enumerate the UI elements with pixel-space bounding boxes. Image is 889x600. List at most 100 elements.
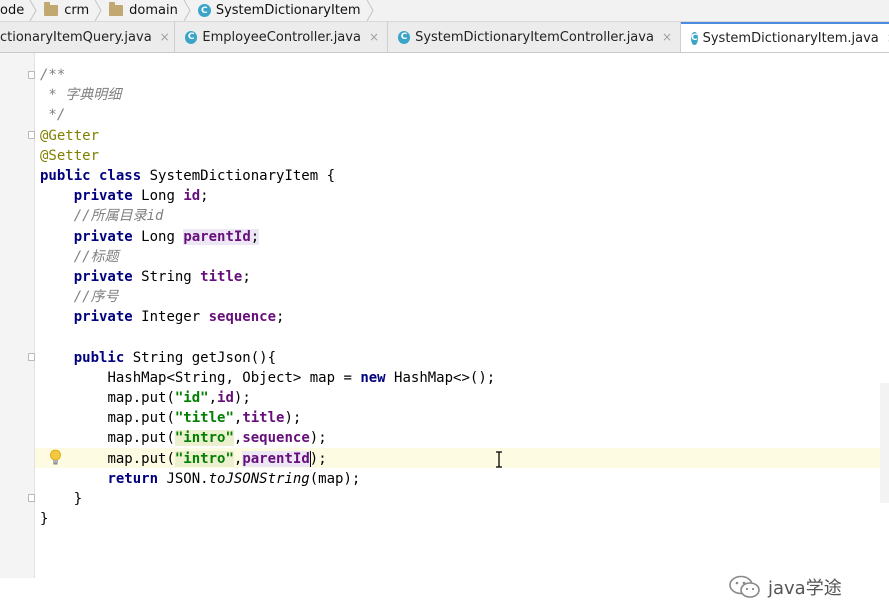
keyword: private: [73, 268, 133, 285]
class-icon: C: [398, 30, 411, 44]
tab-system-dictionary-item-controller[interactable]: C SystemDictionaryItemController.java ×: [388, 22, 681, 52]
code-line: * 字典明细: [40, 85, 495, 105]
punctuation: ;: [250, 228, 260, 245]
punctuation: ,: [208, 390, 218, 406]
punctuation: ;: [200, 188, 209, 205]
code-text: (map);: [309, 470, 361, 487]
punctuation: );: [284, 410, 302, 427]
code-line: @Setter: [40, 146, 495, 166]
tab-employee-controller[interactable]: C EmployeeController.java ×: [175, 22, 388, 52]
breadcrumb-item-class[interactable]: C SystemDictionaryItem: [197, 0, 381, 21]
fold-marker[interactable]: [28, 71, 35, 79]
tab-label: SystemDictionaryItem.java: [702, 30, 879, 46]
code-text: HashMap<String, Object> map =: [107, 369, 361, 386]
breadcrumb-item-ode[interactable]: ode: [0, 0, 44, 21]
chevron-right-icon: [183, 0, 191, 21]
keyword: private: [73, 228, 133, 245]
code-line: //所属目录id: [40, 206, 495, 226]
field-name: sequence: [242, 430, 310, 447]
breadcrumb: ode crm domain C SystemDictionaryItem: [0, 0, 889, 22]
tab-label: EmployeeController.java: [202, 29, 361, 45]
code-line: private Long parentId;: [40, 227, 495, 247]
punctuation: );: [233, 390, 251, 406]
code-text: map.put(: [107, 450, 175, 467]
annotation: @Setter: [40, 147, 100, 164]
code-text: map.put(: [107, 390, 175, 406]
code-content[interactable]: /** * 字典明细 */ @Getter @Setter public cla…: [40, 65, 495, 529]
keyword: new: [360, 369, 386, 386]
field-name: parentId: [183, 228, 251, 245]
code-line: map.put("id",id);: [40, 388, 495, 408]
code-line: private Long id;: [40, 186, 495, 206]
field-name: parentId: [242, 450, 310, 467]
field-name: sequence: [208, 309, 277, 326]
folder-icon: [44, 2, 59, 16]
comment: //序号: [73, 289, 119, 306]
string-literal: "intro": [174, 450, 234, 467]
tab-label: ctionaryItemQuery.java: [0, 29, 152, 45]
code-line: //标题: [40, 247, 495, 267]
fold-marker[interactable]: [28, 494, 35, 502]
tab-label: SystemDictionaryItemController.java: [415, 29, 654, 45]
code-line: public String getJson(){: [40, 348, 495, 368]
scrollbar-track[interactable]: [880, 383, 889, 503]
method-declaration: String getJson(){: [124, 349, 277, 366]
tab-dictionary-item-query[interactable]: ctionaryItemQuery.java ×: [0, 22, 175, 52]
annotation: @Getter: [40, 127, 100, 144]
code-text: map.put(: [107, 410, 175, 427]
field-name: title: [200, 268, 243, 285]
close-icon[interactable]: ×: [662, 30, 672, 44]
comment: */: [40, 107, 66, 124]
code-line: map.put("intro",parentId);: [40, 449, 495, 469]
comment: //标题: [73, 248, 119, 265]
code-line: return JSON.toJSONString(map);: [40, 469, 495, 489]
breadcrumb-item-crm[interactable]: crm: [44, 0, 109, 21]
punctuation: );: [309, 430, 327, 447]
close-icon[interactable]: ×: [160, 30, 170, 44]
chevron-right-icon: [29, 0, 37, 21]
code-editor[interactable]: /** * 字典明细 */ @Getter @Setter public cla…: [0, 53, 889, 599]
chevron-right-icon: [366, 0, 374, 21]
punctuation: );: [309, 450, 327, 467]
keyword: return: [107, 470, 159, 487]
folder-icon: [109, 2, 124, 16]
keyword: public class: [40, 167, 142, 184]
keyword: public: [73, 349, 125, 366]
tab-system-dictionary-item[interactable]: C SystemDictionaryItem.java ×: [681, 22, 889, 52]
field-name: title: [242, 410, 285, 427]
punctuation: ;: [242, 268, 251, 285]
class-declaration: SystemDictionaryItem {: [141, 167, 336, 184]
code-line: @Getter: [40, 126, 495, 146]
keyword: private: [73, 309, 133, 326]
breadcrumb-label: ode: [0, 3, 25, 18]
code-text: HashMap<>();: [385, 369, 496, 386]
method-call: toJSONString: [208, 470, 310, 487]
fold-marker[interactable]: [28, 131, 35, 139]
close-icon[interactable]: ×: [369, 30, 379, 44]
string-literal: "id": [174, 390, 209, 406]
text-cursor-ibeam-icon: [496, 451, 502, 468]
code-text: JSON.: [158, 470, 209, 487]
breadcrumb-item-domain[interactable]: domain: [109, 0, 198, 21]
chevron-right-icon: [94, 0, 102, 21]
code-line: }: [40, 489, 495, 509]
type-name: String: [132, 268, 201, 285]
code-line: map.put("intro",sequence);: [40, 428, 495, 448]
punctuation: ;: [276, 309, 285, 326]
field-name: id: [183, 188, 201, 205]
breadcrumb-label: domain: [129, 3, 178, 18]
code-line: }: [40, 509, 495, 529]
code-line: //序号: [40, 287, 495, 307]
keyword: private: [73, 188, 133, 205]
code-line: private String title;: [40, 267, 495, 287]
editor-gutter: [0, 53, 35, 578]
breadcrumb-label: SystemDictionaryItem: [215, 3, 361, 18]
type-name: Long: [132, 188, 184, 205]
code-line: */: [40, 105, 495, 125]
fold-marker[interactable]: [28, 353, 35, 361]
type-name: Integer: [132, 309, 209, 326]
comment: * 字典明细: [40, 87, 122, 104]
class-icon: C: [691, 31, 698, 45]
lightbulb-icon[interactable]: [49, 449, 62, 465]
